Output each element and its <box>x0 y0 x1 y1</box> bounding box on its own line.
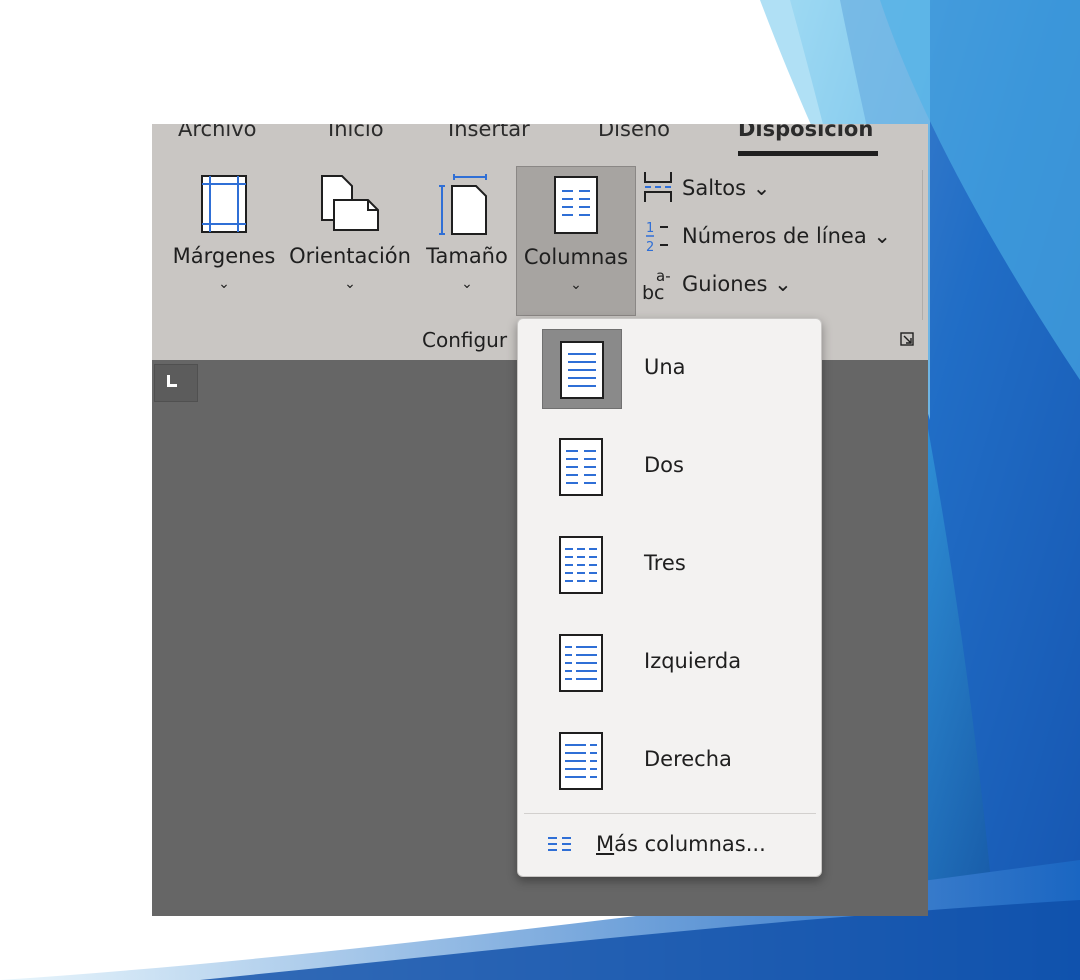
tab-diseno[interactable]: Diseño <box>598 124 670 141</box>
chevron-down-icon: ⌄ <box>218 276 230 292</box>
one-column-icon <box>560 341 604 399</box>
line-numbers-icon: 1 2 <box>646 221 668 254</box>
columns-option-tres[interactable]: Tres <box>542 525 812 605</box>
columns-option-label: Dos <box>644 453 684 477</box>
margins-button[interactable]: Márgenes ⌄ <box>168 164 280 314</box>
tab-archivo[interactable]: Archivo <box>178 124 257 141</box>
right-column-icon-box <box>542 721 622 801</box>
columns-option-label: Una <box>644 355 686 379</box>
orientation-icon <box>321 175 379 231</box>
columns-option-dos[interactable]: Dos <box>542 427 812 507</box>
hyphenation-icon: a- bc <box>642 267 671 304</box>
hyphenation-label: Guiones ⌄ <box>682 272 792 296</box>
access-key-letter: M <box>596 832 615 856</box>
left-column-icon <box>559 634 603 692</box>
breaks-label: Saltos ⌄ <box>682 176 771 200</box>
three-columns-icon-box <box>542 525 622 605</box>
active-tab-indicator <box>738 151 878 156</box>
columns-option-izquierda[interactable]: Izquierda <box>542 623 812 703</box>
dialog-launcher-icon[interactable] <box>900 332 914 346</box>
line-numbers-label: Números de línea ⌄ <box>682 224 891 248</box>
right-column-icon <box>559 732 603 790</box>
margins-icon <box>201 175 247 233</box>
columns-option-una[interactable]: Una <box>542 329 812 409</box>
breaks-icon <box>644 172 672 202</box>
orientation-button[interactable]: Orientación ⌄ <box>286 164 414 314</box>
size-button[interactable]: Tamaño ⌄ <box>422 164 512 314</box>
svg-text:1: 1 <box>646 221 654 236</box>
left-tab-icon <box>167 375 177 387</box>
columns-button[interactable]: Columnas ⌄ <box>516 166 636 316</box>
group-divider <box>922 170 923 320</box>
margins-label: Márgenes <box>172 244 276 268</box>
left-column-icon-box <box>542 623 622 703</box>
columns-option-derecha[interactable]: Derecha <box>542 721 812 801</box>
chevron-down-icon: ⌄ <box>344 276 356 292</box>
one-column-icon-box <box>542 329 622 409</box>
tab-disposicion[interactable]: Disposición <box>738 124 873 141</box>
two-columns-icon <box>559 438 603 496</box>
columns-label: Columnas <box>523 245 629 269</box>
group-label-page-setup: Configur <box>422 328 508 352</box>
columns-option-label: Tres <box>644 551 686 575</box>
size-icon <box>439 174 487 235</box>
two-columns-icon-box <box>542 427 622 507</box>
tab-selector[interactable] <box>154 364 198 402</box>
columns-option-label: Derecha <box>644 747 732 771</box>
columns-dropdown-menu: Una Dos Tres Izquierda Derecha Más colum… <box>517 318 822 877</box>
more-columns-icon <box>548 837 571 851</box>
tab-inicio[interactable]: Inicio <box>328 124 384 141</box>
columns-option-label: Izquierda <box>644 649 742 673</box>
menu-separator <box>524 813 816 814</box>
orientation-label: Orientación <box>289 244 411 268</box>
more-columns-rest: ás columnas... <box>614 832 766 856</box>
chevron-down-icon: ⌄ <box>570 277 582 293</box>
svg-text:2: 2 <box>646 240 654 254</box>
more-columns-button[interactable]: Más columnas... <box>546 827 806 867</box>
tab-insertar[interactable]: Insertar <box>448 124 530 141</box>
more-columns-label: Más columnas... <box>596 832 766 856</box>
columns-icon <box>554 176 598 234</box>
chevron-down-icon: ⌄ <box>461 276 473 292</box>
svg-text:bc: bc <box>642 282 665 304</box>
three-columns-icon <box>559 536 603 594</box>
size-label: Tamaño <box>426 244 508 268</box>
